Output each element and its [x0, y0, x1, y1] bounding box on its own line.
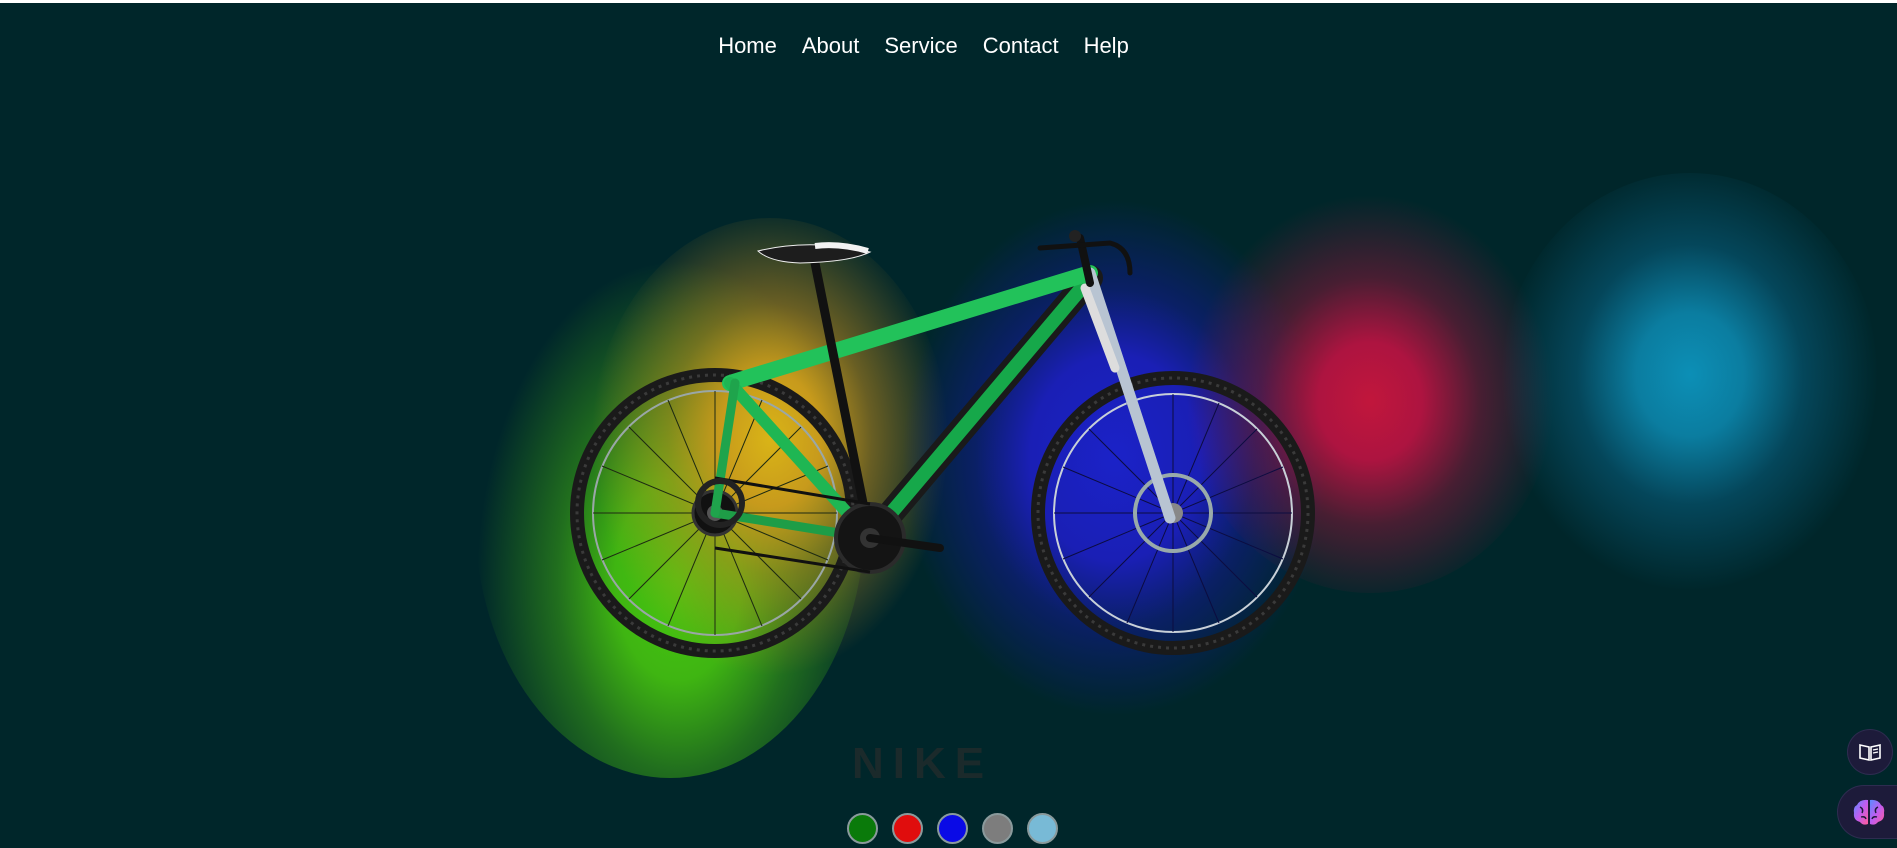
swatch-red[interactable]: [892, 813, 923, 844]
nav-about[interactable]: About: [802, 33, 860, 59]
hero-stage: Home About Service Contact Help NIKE: [0, 3, 1897, 848]
bike-frame: [710, 230, 1176, 551]
nav-contact[interactable]: Contact: [983, 33, 1059, 59]
nav-service[interactable]: Service: [884, 33, 957, 59]
nav-home[interactable]: Home: [718, 33, 777, 59]
color-swatches: [847, 813, 1058, 844]
swatch-green[interactable]: [847, 813, 878, 844]
swatch-gray[interactable]: [982, 813, 1013, 844]
book-icon: [1859, 744, 1881, 761]
bike-image: [570, 230, 1315, 658]
nav-help[interactable]: Help: [1084, 33, 1129, 59]
brand-title: NIKE: [851, 739, 994, 788]
swatch-light-blue[interactable]: [1027, 813, 1058, 844]
ai-assistant-button[interactable]: [1838, 786, 1897, 838]
cyan-glow: [1500, 173, 1880, 593]
reader-button[interactable]: [1848, 730, 1892, 774]
main-nav: Home About Service Contact Help: [0, 33, 1897, 59]
swatch-blue[interactable]: [937, 813, 968, 844]
brain-icon: [1853, 799, 1885, 825]
